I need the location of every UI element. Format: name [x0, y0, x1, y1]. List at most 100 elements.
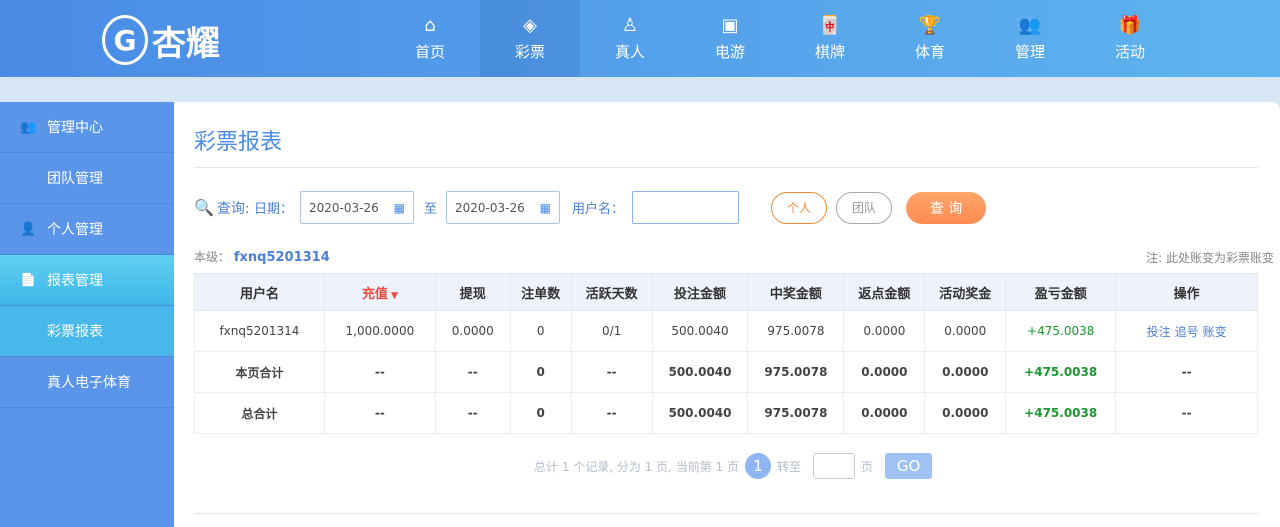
nav-icon: ◈ [523, 15, 537, 36]
table-cell: -- [1115, 392, 1258, 434]
table-cell: 975.0078 [747, 392, 845, 434]
table-cell: 0 [509, 310, 572, 352]
team-button[interactable]: 团队 [836, 191, 892, 224]
column-header: 提现 [434, 273, 511, 311]
personal-button[interactable]: 个人 [771, 191, 827, 224]
nav-item[interactable]: ▣ 电游 [680, 0, 780, 77]
sidebar-icon: 📄 [20, 272, 37, 288]
search-icon: 🔍 [194, 198, 214, 217]
table-cell: fxnq5201314 [194, 310, 325, 352]
nav-item[interactable]: 👥 管理 [980, 0, 1080, 77]
nav-icon: 🀄 [818, 15, 842, 36]
nav-icon: ♙ [621, 15, 639, 36]
goto-page-input[interactable] [813, 453, 856, 479]
table-cell: 975.0078 [747, 310, 845, 352]
column-header: 返点金额 [843, 273, 926, 311]
table-cell: -- [434, 392, 511, 434]
table-row: fxnq5201314 1,000.0000 0.0000 0 0/1 500.0040 9… [194, 310, 1258, 352]
nav-icon: ▣ [721, 15, 739, 36]
nav-icon: ⌂ [424, 15, 436, 36]
table-cell: 0.0000 [924, 351, 1007, 393]
level-username: fxnq5201314 [233, 250, 330, 265]
column-header: 活跃天数 [570, 273, 653, 311]
username-input[interactable] [632, 191, 739, 224]
go-button[interactable]: GO [885, 453, 933, 479]
table-cell: -- [434, 351, 511, 393]
table-cell: 0 [509, 351, 572, 393]
nav-item[interactable]: ⌂ 首页 [380, 0, 480, 77]
table-cell: 0.0000 [924, 392, 1007, 434]
table-cell: 975.0078 [747, 351, 845, 393]
nav-item[interactable]: ◈ 彩票 [480, 0, 580, 77]
table-cell: 总合计 [194, 392, 325, 434]
query-label: 🔍 查询: [194, 198, 250, 217]
column-header: 操作 [1115, 273, 1258, 311]
sidebar-item[interactable]: 彩票报表 [0, 306, 174, 357]
table-cell: +475.0038 [1005, 351, 1117, 393]
table-cell: -- [570, 351, 653, 393]
sidebar-item[interactable]: 👤 个人管理 [0, 204, 174, 255]
table-cell: 0 [509, 392, 572, 434]
pagination-summary: 总计 1 个记录, 分为 1 页, 当前第 1 页 [534, 459, 740, 474]
nav-item[interactable]: ♙ 真人 [580, 0, 680, 77]
goto-label: 转至 [777, 459, 802, 474]
sidebar: 👥 管理中心 团队管理 👤 个人管理 📄 报表管理 彩票报表 真人电子体育 [0, 102, 174, 527]
table-cell: +475.0038 [1005, 310, 1117, 352]
search-button[interactable]: 查 询 [906, 191, 986, 224]
sort-desc-icon[interactable]: ▼ [388, 291, 398, 301]
calendar-icon[interactable]: ▦ [540, 201, 551, 215]
table-cell: -- [323, 392, 436, 434]
column-header: 活动奖金 [924, 273, 1007, 311]
column-header: 盈亏金额 [1005, 273, 1117, 311]
table-cell: -- [570, 392, 653, 434]
table-cell: 500.0040 [651, 392, 749, 434]
table-cell: 0.0000 [434, 310, 511, 352]
column-header: 注单数 [509, 273, 572, 311]
date-label: 日期： [254, 202, 294, 217]
sidebar-icon: 👥 [20, 119, 37, 135]
sidebar-item[interactable]: 📄 报表管理 [0, 255, 174, 306]
table-cell: -- [323, 351, 436, 393]
top-bar: G 杏耀 ⌂ 首页 ◈ 彩票 ♙ 真人 ▣ 电游 🀄 棋牌 🏆 体育 👥 管理 🎁 活动 [0, 0, 1280, 77]
table-cell: 0.0000 [843, 310, 926, 352]
nav-item[interactable]: 🀄 棋牌 [780, 0, 880, 77]
pagination: 总计 1 个记录, 分为 1 页, 当前第 1 页 1 转至 页 GO [534, 453, 933, 479]
table-cell: 1,000.0000 [323, 310, 436, 352]
table-cell: 500.0040 [651, 310, 749, 352]
calendar-icon[interactable]: ▦ [394, 201, 405, 215]
username-label: 用户名： [572, 202, 625, 217]
column-header: 用户名 [194, 273, 325, 311]
table-row: 本页合计 -- -- 0 -- 500.0040 975.0078 0.0000 0.0000 +… [194, 351, 1258, 393]
date-to-input[interactable]: 2020-03-26 ▦ [446, 191, 560, 224]
action-link[interactable]: 追号 [1175, 325, 1199, 339]
table-row: 总合计 -- -- 0 -- 500.0040 975.0078 0.0000 0.0000 +4… [194, 392, 1258, 434]
page-label: 页 [861, 459, 874, 474]
column-header: 中奖金额 [747, 273, 845, 311]
table-cell: 0.0000 [924, 310, 1007, 352]
sidebar-item[interactable]: 👥 管理中心 [0, 102, 174, 153]
note: 注: 此处账变为彩票账变 [1146, 251, 1274, 265]
page-current[interactable]: 1 [745, 453, 772, 479]
nav-icon: 👥 [1018, 15, 1042, 36]
action-link[interactable]: 投注 [1147, 325, 1171, 339]
date-from-input[interactable]: 2020-03-26 ▦ [300, 191, 414, 224]
table-cell: +475.0038 [1005, 392, 1117, 434]
sidebar-item[interactable]: 团队管理 [0, 153, 174, 204]
nav-item[interactable]: 🎁 活动 [1080, 0, 1180, 77]
nav-item[interactable]: 🏆 体育 [880, 0, 980, 77]
table-cell: 0/1 [570, 310, 653, 352]
divider [194, 167, 1258, 168]
column-header[interactable]: 充值 ▼ [323, 273, 436, 311]
column-header: 投注金额 [651, 273, 749, 311]
page-title: 彩票报表 [194, 130, 283, 155]
table-cell: 0.0000 [843, 392, 926, 434]
nav-icon: 🎁 [1118, 15, 1142, 36]
divider [194, 513, 1258, 514]
table-cell: 0.0000 [843, 351, 926, 393]
logo[interactable]: G 杏耀 [102, 10, 220, 70]
nav-icon: 🏆 [918, 15, 942, 36]
report-table: 用户名 充值 ▼ 提现 注单数 活跃天数 投注金额 中奖金额 返点金额 活动奖金 盈亏金额 操作 fx… [194, 273, 1258, 434]
current-level: 本级： fxnq5201314 [194, 250, 330, 265]
action-link[interactable]: 账变 [1203, 325, 1227, 339]
sidebar-item[interactable]: 真人电子体育 [0, 357, 174, 408]
